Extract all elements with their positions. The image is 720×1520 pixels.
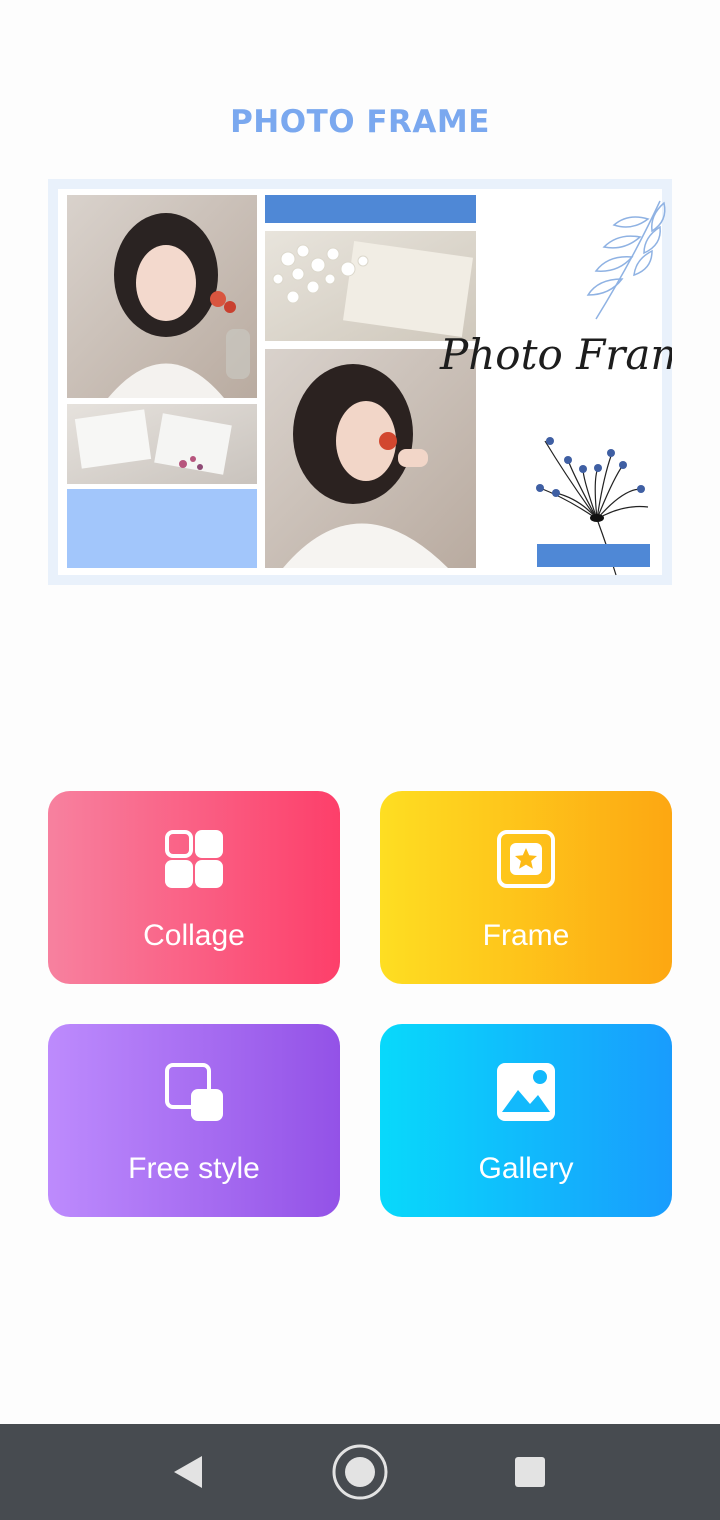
free-style-button[interactable]: Free style: [48, 1024, 340, 1217]
photo-girl-left: [67, 195, 257, 398]
photo-cards: [67, 404, 257, 484]
recents-icon[interactable]: [500, 1442, 560, 1502]
home-screen: PHOTO FRAME Photo Fra Collage Frame Free…: [0, 0, 720, 1520]
frame-button[interactable]: Frame: [380, 791, 672, 984]
grid-icon: [165, 830, 223, 888]
layers-icon: [165, 1063, 223, 1121]
app-title: PHOTO FRAME: [230, 104, 490, 140]
banner-script-title: Photo Frame: [439, 330, 672, 379]
star-frame-icon: [497, 830, 555, 888]
image-icon: [497, 1063, 555, 1121]
gallery-button[interactable]: Gallery: [380, 1024, 672, 1217]
back-icon[interactable]: [158, 1442, 218, 1502]
photo-flowers-book: [265, 231, 476, 341]
free-style-label: Free style: [128, 1152, 260, 1185]
banner-preview[interactable]: Photo Frame: [48, 179, 672, 585]
collage-label: Collage: [143, 919, 245, 952]
blue-bar-top: [265, 195, 476, 223]
collage-button[interactable]: Collage: [48, 791, 340, 984]
home-icon[interactable]: [330, 1442, 390, 1502]
frame-label: Frame: [482, 919, 570, 952]
gallery-label: Gallery: [478, 1152, 574, 1185]
system-navigation-bar: [0, 1424, 720, 1520]
blue-bar-bottom: [537, 544, 650, 567]
photo-girl-center: [265, 349, 476, 568]
blue-block-left: [67, 489, 257, 568]
